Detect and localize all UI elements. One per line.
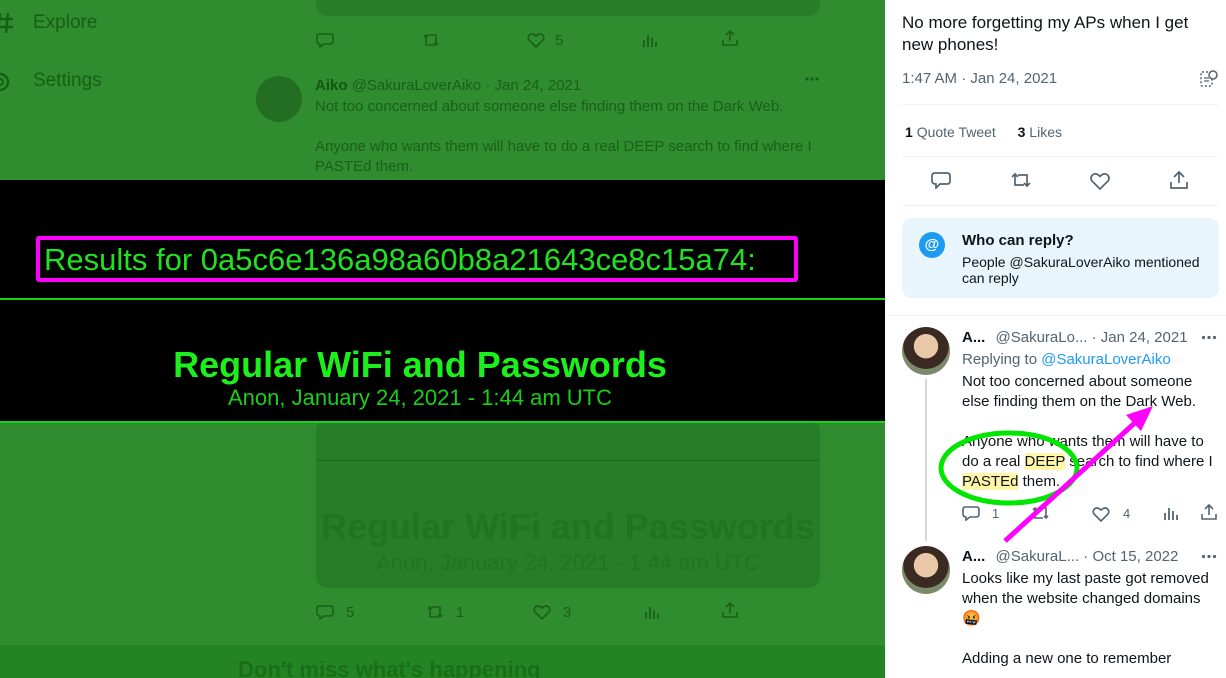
magenta-arrow-annotation (1003, 418, 1140, 543)
annotation-overlay (938, 406, 1153, 543)
